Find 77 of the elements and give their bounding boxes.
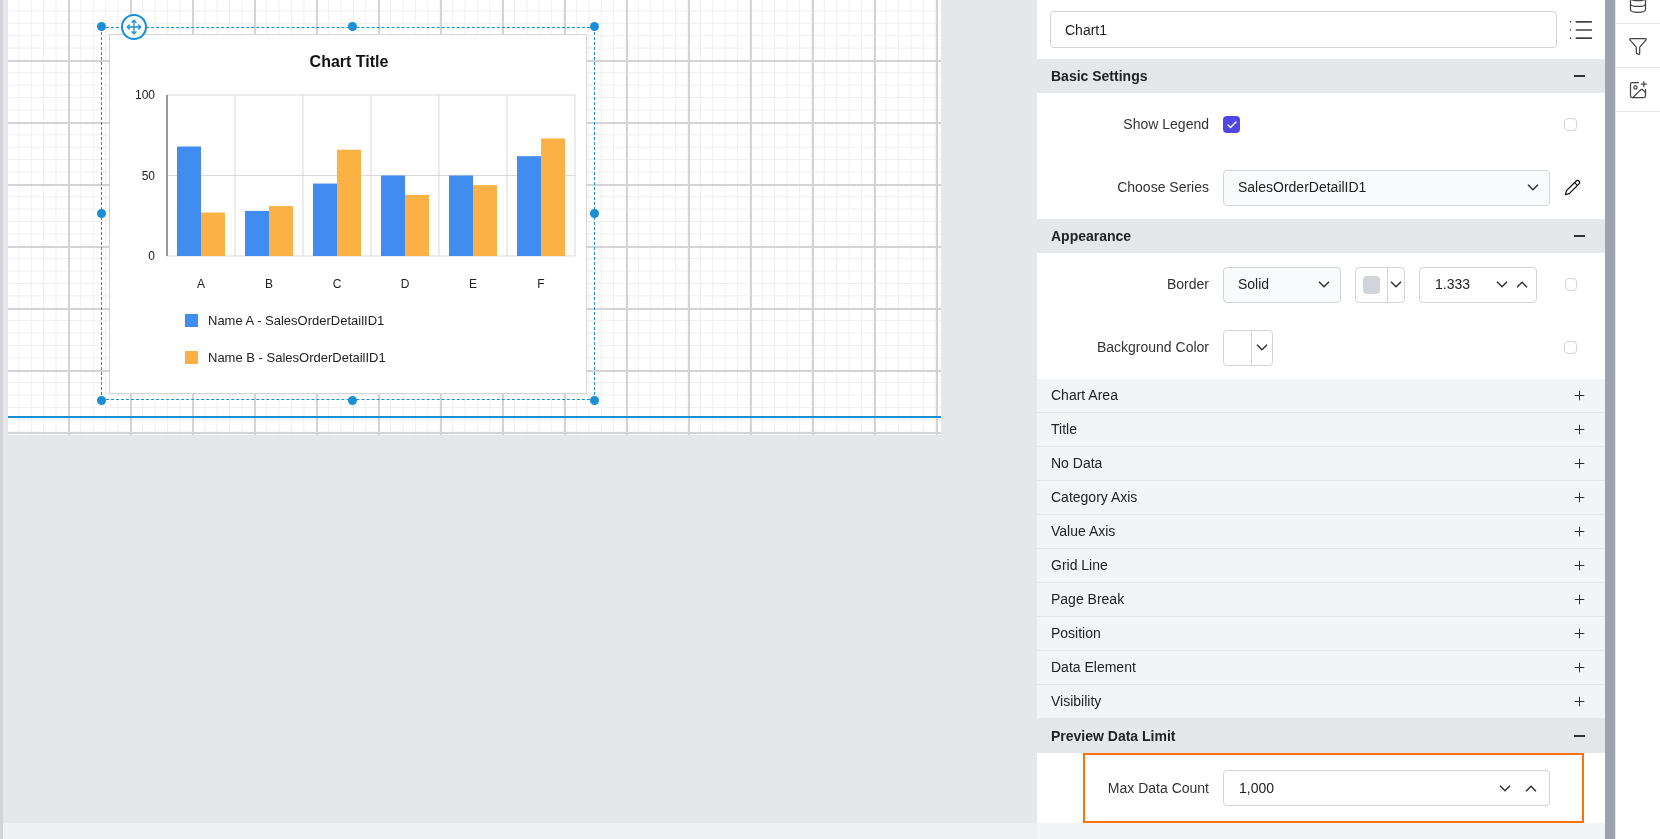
expand-icon	[1572, 626, 1587, 641]
section-header[interactable]: Position	[1037, 617, 1605, 651]
increment-icon[interactable]	[1515, 281, 1528, 288]
field-label: Border	[1165, 275, 1209, 294]
expand-icon	[1572, 422, 1587, 437]
axis-tick-label: 50	[141, 168, 155, 183]
axis-tick-label: 100	[134, 88, 155, 102]
chevron-down-icon	[1390, 281, 1402, 288]
color-swatch	[1363, 275, 1380, 294]
section-header[interactable]: Basic Settings	[1037, 59, 1605, 93]
category-label: C	[332, 277, 342, 291]
section-header[interactable]: Chart Area	[1037, 379, 1605, 413]
axis-tick-label: 0	[148, 249, 155, 263]
filter-icon[interactable]	[1628, 35, 1648, 56]
section-header[interactable]: Grid Line	[1037, 549, 1605, 583]
move-handle[interactable]	[121, 14, 147, 40]
field-label: Show Legend	[1122, 115, 1209, 134]
expand-icon	[1572, 660, 1587, 675]
resize-handle[interactable]	[348, 22, 357, 31]
series-dropdown[interactable]: SalesOrderDetailID1	[1223, 169, 1550, 206]
resize-handle[interactable]	[590, 396, 599, 405]
checkbox[interactable]	[1223, 116, 1240, 133]
name-field[interactable]: Chart1	[1050, 11, 1558, 48]
field-label: Max Data Count	[1106, 778, 1209, 798]
category-label: F	[537, 277, 545, 291]
section-header[interactable]: Value Axis	[1037, 515, 1605, 549]
max-count-spinner[interactable]: 1,000	[1223, 770, 1550, 806]
field-label: Choose Series	[1116, 178, 1209, 197]
section-header[interactable]: Title	[1037, 413, 1605, 447]
expand-icon	[1572, 694, 1587, 709]
expand-icon	[1572, 388, 1587, 403]
chevron-down-icon	[1256, 344, 1268, 351]
expand-icon	[1572, 592, 1587, 607]
resize-handle[interactable]	[97, 396, 106, 405]
chevron-down-icon	[1318, 281, 1330, 288]
legend-label: Name A - SalesOrderDetailID1	[208, 313, 385, 328]
section-header[interactable]: Visibility	[1037, 685, 1605, 719]
chart-title: Chart Title	[309, 53, 389, 70]
section-header[interactable]: Category Axis	[1037, 481, 1605, 515]
section-header[interactable]: Preview Data Limit	[1037, 719, 1605, 753]
decrement-icon[interactable]	[1499, 784, 1511, 792]
field-label: Background Color	[1095, 338, 1209, 357]
expand-icon	[1572, 558, 1587, 573]
reset-checkbox[interactable]	[1564, 341, 1577, 354]
section-header[interactable]: Appearance	[1037, 219, 1605, 253]
section-header[interactable]: Data Element	[1037, 651, 1605, 685]
border-width-value: 1.333	[1435, 275, 1472, 294]
color-picker[interactable]	[1223, 329, 1273, 366]
database-icon[interactable]	[1628, 0, 1648, 14]
pencil-icon[interactable]	[1564, 179, 1581, 196]
resize-handle[interactable]	[97, 22, 106, 31]
expand-icon	[1572, 456, 1587, 471]
increment-icon[interactable]	[1525, 784, 1537, 792]
category-label: E	[469, 277, 477, 291]
resize-handle[interactable]	[590, 22, 599, 31]
reset-checkbox[interactable]	[1564, 118, 1577, 131]
section-header[interactable]: No Data	[1037, 447, 1605, 481]
category-label: D	[400, 277, 410, 291]
image-settings-icon[interactable]	[1628, 79, 1648, 100]
decrement-icon[interactable]	[1495, 281, 1508, 288]
check-icon	[1225, 118, 1238, 131]
color-picker[interactable]	[1355, 266, 1405, 303]
reset-checkbox[interactable]	[1564, 278, 1577, 291]
section-header[interactable]: Page Break	[1037, 583, 1605, 617]
max-count-value: 1,000	[1239, 778, 1276, 798]
legend-label: Name B - SalesOrderDetailID1	[208, 350, 386, 365]
expand-icon	[1572, 490, 1587, 505]
resize-handle[interactable]	[97, 209, 106, 218]
border-style-dropdown[interactable]: Solid	[1223, 266, 1341, 303]
scrollbar[interactable]	[1605, 0, 1615, 839]
category-label: B	[265, 277, 273, 291]
resize-handle[interactable]	[590, 209, 599, 218]
category-label: A	[197, 277, 205, 291]
border-width-spinner[interactable]: 1.333	[1419, 266, 1537, 303]
resize-handle[interactable]	[348, 396, 357, 405]
chevron-down-icon	[1527, 184, 1539, 191]
expand-icon	[1572, 524, 1587, 539]
